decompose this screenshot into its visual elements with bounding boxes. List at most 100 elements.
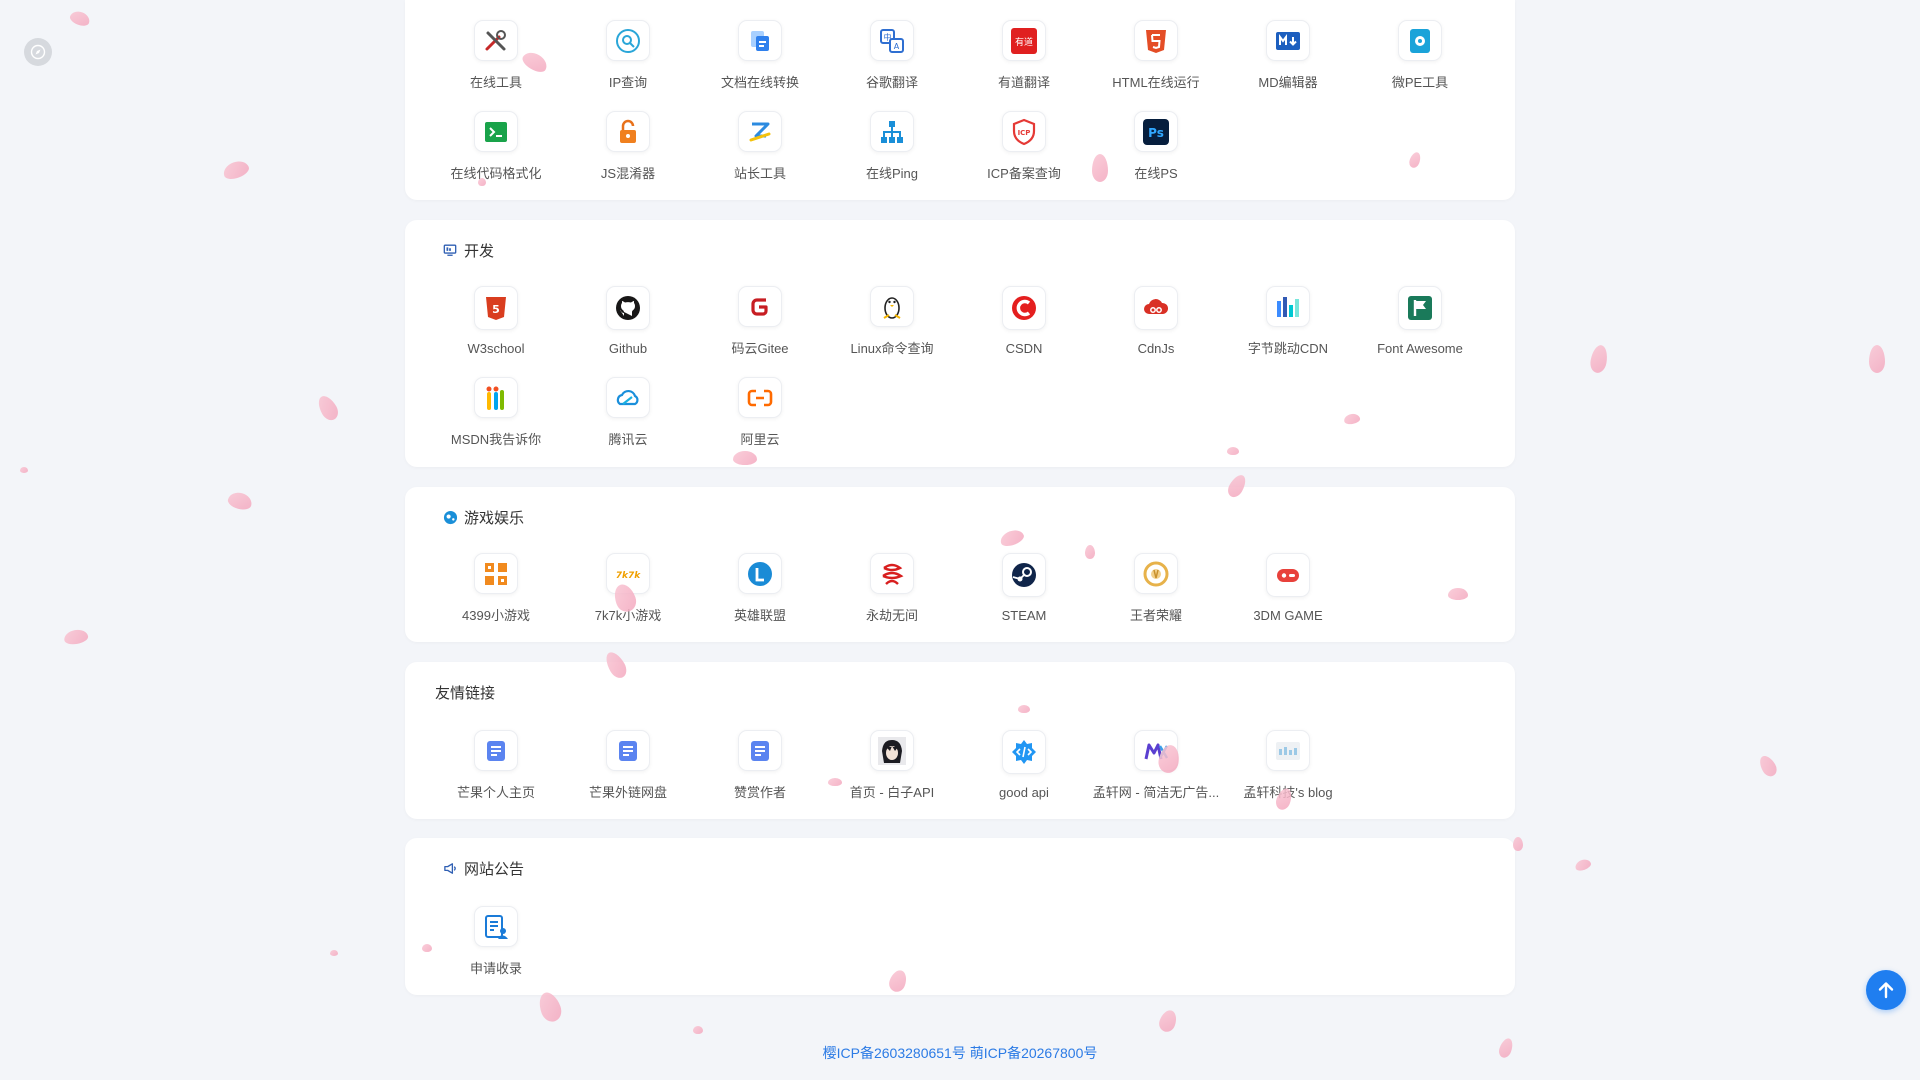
nav-link-item[interactable]: 中 A 谷歌翻译 [826, 20, 958, 90]
cdnjs-icon [1134, 286, 1178, 330]
nav-link-item[interactable]: 在线Ping [826, 111, 958, 181]
apply-form-icon [474, 906, 518, 948]
nav-link-item[interactable]: 赞赏作者 [694, 730, 826, 800]
svg-text:Ps: Ps [1148, 126, 1164, 140]
nav-link-item[interactable]: STEAM [958, 553, 1090, 623]
nav-link-item[interactable]: Ps 在线PS [1090, 111, 1222, 181]
nav-link-item[interactable]: 英雄联盟 [694, 553, 826, 623]
scroll-top-button[interactable] [1866, 970, 1906, 1010]
svg-text:ICP: ICP [1018, 129, 1031, 137]
nav-link-item[interactable]: 码云Gitee [694, 286, 826, 356]
msdn-icon [474, 377, 518, 419]
lol-icon [738, 553, 782, 595]
nav-link-item[interactable]: 在线工具 [430, 20, 562, 90]
font-awesome-flag-icon [1398, 286, 1442, 330]
petal-decoration [1756, 752, 1780, 780]
nav-link-item[interactable]: 5 W3school [430, 286, 562, 356]
petal-decoration [314, 392, 342, 424]
csdn-icon [1002, 286, 1046, 330]
nav-link-item[interactable]: 永劫无间 [826, 553, 958, 623]
nav-link-item[interactable]: 阿里云 [694, 377, 826, 447]
section-title-text: 开发 [464, 242, 495, 260]
wepe-icon [1398, 20, 1442, 62]
monitor-icon [442, 242, 458, 258]
aliyun-icon [738, 377, 782, 419]
nav-link-item[interactable]: 3DM GAME [1222, 553, 1354, 623]
nav-link-label: HTML在线运行 [1112, 75, 1200, 90]
nav-link-label: 在线代码格式化 [450, 166, 542, 181]
petal-decoration [20, 467, 28, 473]
nav-link-label: ICP备案查询 [987, 166, 1061, 181]
nav-link-item[interactable]: MD编辑器 [1222, 20, 1354, 90]
nav-link-item[interactable]: 在线代码格式化 [430, 111, 562, 181]
code-badge-icon [1002, 730, 1046, 774]
markdown-icon [1266, 20, 1310, 62]
nav-link-item[interactable]: Linux命令查询 [826, 286, 958, 356]
nav-link-item[interactable]: Font Awesome [1354, 286, 1486, 356]
nav-link-label: 4399小游戏 [462, 608, 530, 623]
nav-link-label: Github [608, 341, 648, 356]
nav-link-item[interactable]: 芒果外链网盘 [562, 730, 694, 800]
network-icon [870, 111, 914, 153]
html5-icon [1134, 20, 1178, 62]
footer-icp[interactable]: 樱ICP备2603280651号 萌ICP备20267800号 [0, 1043, 1920, 1063]
link-doc-icon [738, 730, 782, 772]
nav-link-label: 阿里云 [740, 432, 780, 447]
blog-thumb-icon [1266, 730, 1310, 772]
webmaster-icon [738, 111, 782, 153]
linux-penguin-icon [870, 286, 914, 328]
tools-icon [474, 20, 518, 62]
lock-icon [606, 111, 650, 153]
nav-link-label: MSDN我告诉你 [450, 432, 542, 447]
nav-link-item[interactable]: JS混淆器 [562, 111, 694, 181]
tencent-cloud-icon [606, 377, 650, 419]
nav-link-label: 孟轩科技's blog [1243, 785, 1333, 800]
petal-decoration [221, 158, 251, 182]
nav-link-item[interactable]: 申请收录 [430, 906, 562, 976]
petal-decoration [226, 490, 254, 512]
nav-link-label: 申请收录 [469, 961, 522, 976]
nav-link-item[interactable]: Github [562, 286, 694, 356]
section-card: 在线工具 IP查询 文档在线转换 中 A 谷歌翻译 有道 有道翻译 HTML在线运行 MD编辑器 微… [405, 0, 1515, 200]
nav-link-item[interactable]: 字节跳动CDN [1222, 286, 1354, 356]
nav-link-item[interactable]: 微PE工具 [1354, 20, 1486, 90]
7k7k-icon: 7k7k [606, 553, 650, 595]
nav-link-item[interactable]: good api [958, 730, 1090, 800]
nav-link-item[interactable]: 首页 - 白子API [826, 730, 958, 800]
nav-link-item[interactable]: MSDN我告诉你 [430, 377, 562, 447]
section-title-text: 友情链接 [435, 684, 496, 702]
nav-link-item[interactable]: 孟轩科技's blog [1222, 730, 1354, 800]
nav-link-label: 芒果个人主页 [456, 785, 535, 800]
nav-link-item[interactable]: 4399小游戏 [430, 553, 562, 623]
petal-decoration [62, 628, 90, 646]
nav-link-item[interactable]: 有道 有道翻译 [958, 20, 1090, 90]
nav-link-item[interactable]: 站长工具 [694, 111, 826, 181]
nav-link-item[interactable]: ICP ICP备案查询 [958, 111, 1090, 181]
svg-text:A: A [894, 42, 900, 51]
nav-link-label: STEAM [1001, 608, 1047, 623]
nav-link-label: 在线Ping [865, 166, 919, 181]
svg-text:7k7k: 7k7k [616, 571, 642, 581]
petal-decoration [1156, 1007, 1180, 1035]
gamepad-icon [442, 509, 458, 525]
link-doc-icon [474, 730, 518, 772]
nav-link-label: W3school [467, 341, 525, 356]
megaphone-icon [442, 860, 458, 876]
nav-link-item[interactable]: CSDN [958, 286, 1090, 356]
nav-link-item[interactable]: 孟轩网 - 简洁无广告... [1090, 730, 1222, 800]
nav-link-item[interactable]: HTML在线运行 [1090, 20, 1222, 90]
nav-link-item[interactable]: 文档在线转换 [694, 20, 826, 90]
petal-decoration [693, 1026, 703, 1034]
nav-link-item[interactable]: 腾讯云 [562, 377, 694, 447]
nav-link-label: 站长工具 [733, 166, 786, 181]
nav-link-item[interactable]: 芒果个人主页 [430, 730, 562, 800]
youdao-icon: 有道 [1002, 20, 1046, 62]
nav-link-label: good api [999, 785, 1049, 800]
nav-link-item[interactable]: IP查询 [562, 20, 694, 90]
nav-link-item[interactable]: 王者荣耀 [1090, 553, 1222, 623]
nav-link-item[interactable]: CdnJs [1090, 286, 1222, 356]
steam-icon [1002, 553, 1046, 597]
icp-shield-icon: ICP [1002, 111, 1046, 153]
nav-link-item[interactable]: 7k7k 7k7k小游戏 [562, 553, 694, 623]
compass-icon[interactable] [24, 38, 52, 66]
